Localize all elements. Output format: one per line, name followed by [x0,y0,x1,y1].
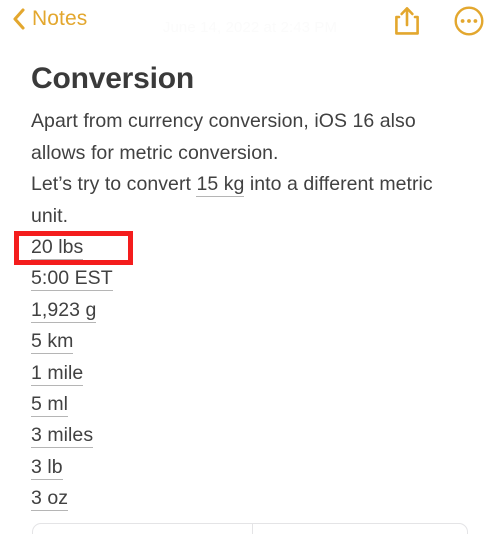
detected-value-4[interactable]: 1 mile [31,361,84,386]
share-button[interactable] [390,6,424,40]
context-popup-menu[interactable] [32,523,468,534]
list-item: 1 mile [31,358,500,389]
detected-value-15-kg[interactable]: 15 kg [196,173,245,197]
detected-value-7[interactable]: 3 lb [31,455,63,480]
detected-value-8[interactable]: 3 oz [31,487,69,512]
instruction-text-before: Let’s try to convert [31,173,197,195]
detected-value-5[interactable]: 5 ml [31,392,69,417]
note-title: Conversion [31,62,195,95]
popup-menu-cell-left[interactable] [33,524,252,534]
navigation-bar: Notes June 14, 2022 at 2:43 PM [0,0,500,48]
more-options-button[interactable] [452,5,486,41]
list-item: 1,923 g [31,295,500,326]
back-to-notes-button[interactable]: Notes [12,8,87,30]
detected-value-0[interactable]: 20 lbs [31,236,84,260]
note-content[interactable]: Conversion Apart from currency conversio… [0,48,500,515]
list-item: 5:00 EST [31,263,500,294]
navbar-actions [390,5,486,41]
ellipsis-circle-icon [454,5,484,41]
list-item: 3 oz [31,483,500,514]
back-button-label: Notes [32,7,88,30]
notes-app-screen: Notes June 14, 2022 at 2:43 PM Conversio… [0,0,500,534]
list-item: 20 lbs [31,232,500,263]
detected-values-list: 20 lbs 5:00 EST 1,923 g 5 km 1 mile 5 ml… [0,232,500,515]
detected-value-3[interactable]: 5 km [31,330,74,355]
chevron-left-icon [12,8,25,30]
list-item: 5 ml [31,389,500,420]
list-item: 3 lb [31,452,500,483]
popup-menu-cell-right[interactable] [252,524,467,534]
note-paragraph-intro: Apart from currency conversion, iOS 16 a… [31,110,416,164]
list-item: 5 km [31,326,500,357]
detected-value-6[interactable]: 3 miles [31,424,94,449]
detected-value-1[interactable]: 5:00 EST [31,267,113,292]
note-paragraph-instruction: Let’s try to convert 15 kg into a differ… [0,169,500,232]
detected-value-2[interactable]: 1,923 g [31,298,97,323]
share-icon [394,6,420,41]
list-item: 3 miles [31,420,500,451]
